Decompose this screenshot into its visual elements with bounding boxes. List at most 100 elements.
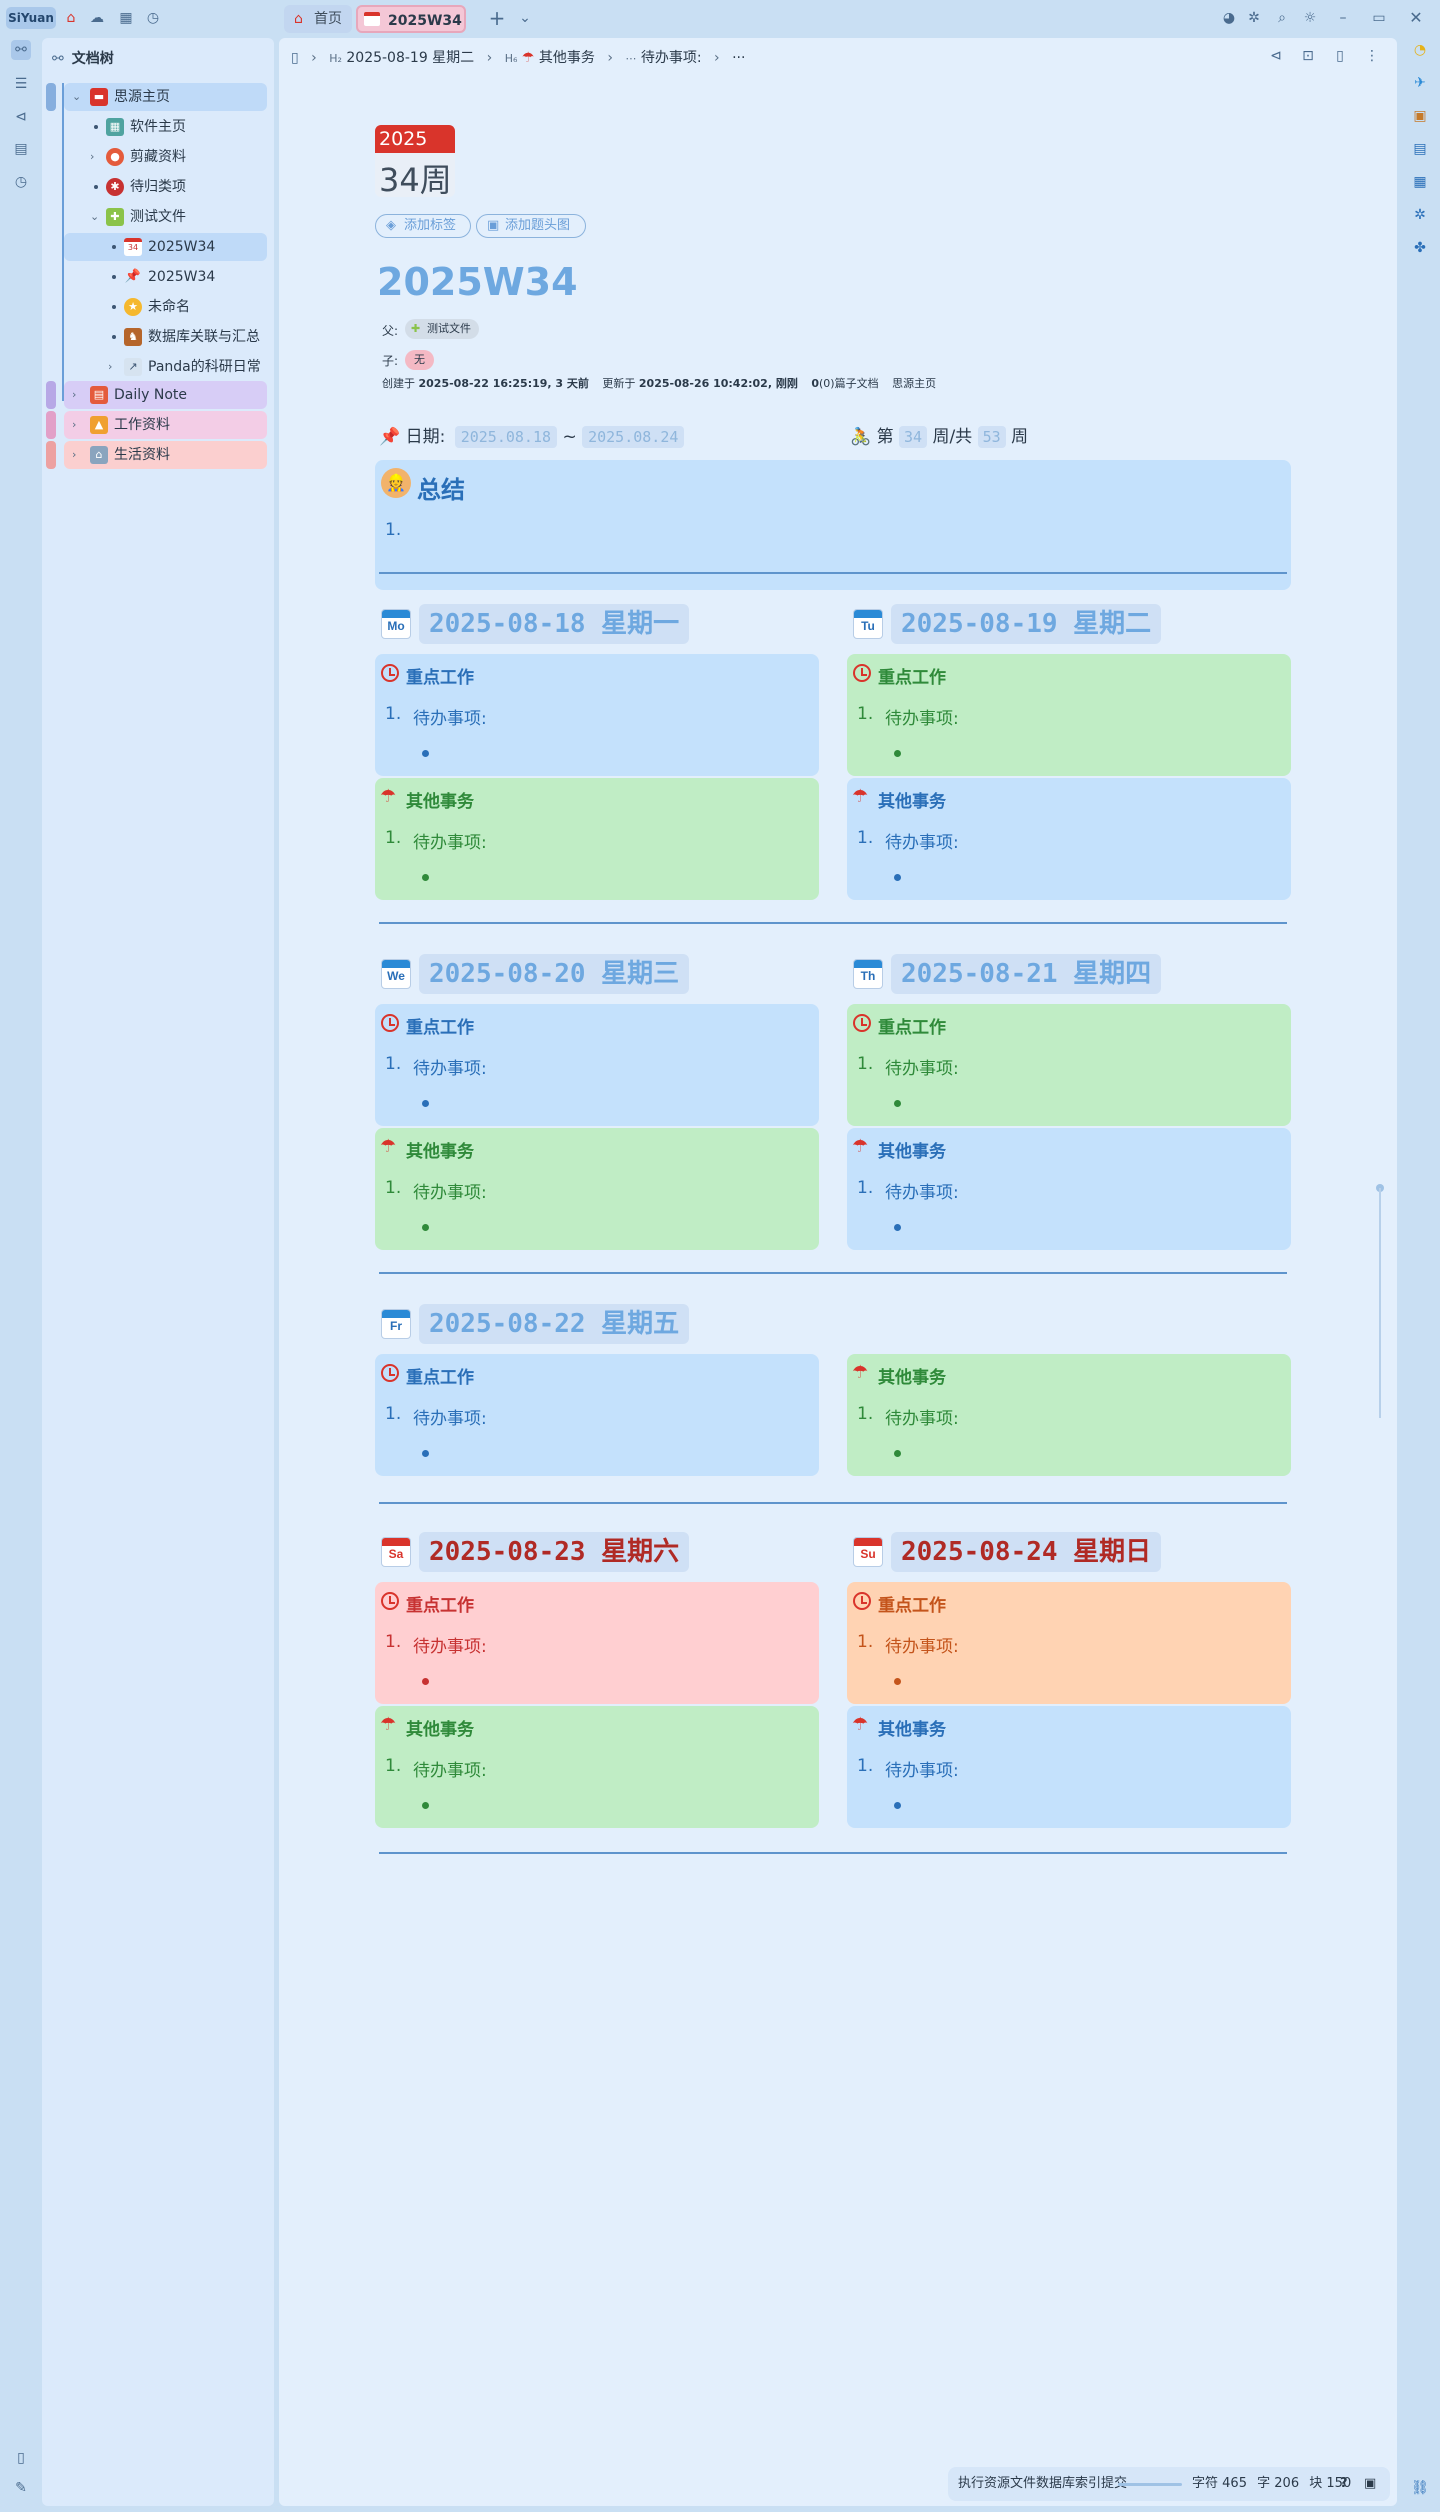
doc-icon[interactable]: ▯ [291,50,299,66]
bookmark-icon[interactable]: ▣ [1410,106,1430,126]
day-heading[interactable]: 2025-08-19 星期二 [891,604,1162,644]
theme-icon[interactable]: ☼ [1301,9,1319,27]
scrollbar[interactable] [1379,1188,1381,1418]
todo-item[interactable]: 待办事项: [413,1756,487,1781]
list-bullet[interactable] [422,1802,429,1809]
todo-item[interactable]: 待办事项: [885,1054,959,1079]
date-start[interactable]: 2025.08.18 [454,426,558,448]
outline-icon[interactable]: ☰ [11,74,31,94]
key-work-block[interactable]: 重点工作 1. 待办事项: [847,1004,1291,1126]
search-icon[interactable]: ⌕ [1273,9,1291,27]
list-bullet[interactable] [894,1100,901,1107]
chevron-down-icon[interactable]: ⌄ [72,83,81,111]
maximize-icon[interactable]: ▭ [1370,9,1388,27]
recent-icon[interactable]: ◷ [11,172,31,192]
key-work-block[interactable]: 重点工作 1. 待办事项: [375,1582,819,1704]
chevron-right-icon[interactable]: › [108,353,112,381]
minimize-icon[interactable]: – [1334,9,1352,27]
cloud-icon[interactable]: ☁ [88,9,106,27]
tree-item-software[interactable]: ▦ 软件主页 [64,113,267,141]
date-end[interactable]: 2025.08.24 [582,426,685,448]
list-bullet[interactable] [422,1224,429,1231]
other-matters-block[interactable]: ☂ 其他事务 1. 待办事项: [847,778,1291,900]
todo-item[interactable]: 待办事项: [413,1054,487,1079]
tree-item-2025w34[interactable]: 📌 2025W34 [64,263,267,291]
add-cover-button[interactable]: ▣ 添加题头图 [476,214,586,238]
tree-item-test-files[interactable]: ⌄ ✚ 测试文件 [64,203,267,231]
tree-item-database[interactable]: ♞ 数据库关联与汇总 [64,323,267,351]
day-heading[interactable]: 2025-08-23 星期六 [419,1532,690,1572]
day-heading[interactable]: 2025-08-21 星期四 [891,954,1162,994]
other-matters-block[interactable]: ☂ 其他事务 1. 待办事项: [375,1128,819,1250]
chevron-right-icon[interactable]: › [72,441,76,469]
tab-2025w34[interactable]: 2025W34 [356,5,466,33]
key-work-block[interactable]: 重点工作 1. 待办事项: [847,654,1291,776]
home-link[interactable]: 思源主页 [892,377,936,390]
list-bullet[interactable] [422,750,429,757]
backlink-icon[interactable]: ⊲ [1267,47,1285,65]
day-heading[interactable]: 2025-08-22 星期五 [419,1304,690,1344]
key-work-block[interactable]: 重点工作 1. 待办事项: [847,1582,1291,1704]
parent-chip[interactable]: ✚ 测试文件 [405,319,479,339]
other-matters-block[interactable]: ☂ 其他事务 1. 待办事项: [375,1706,819,1828]
tree-item-clippings[interactable]: › ● 剪藏资料 [64,143,267,171]
key-work-block[interactable]: 重点工作 1. 待办事项: [375,1004,819,1126]
lock-icon[interactable]: ⊡ [1299,47,1317,65]
tree-item-life[interactable]: › ⌂ 生活资料 [64,441,267,469]
other-matters-block[interactable]: ☂ 其他事务 1. 待办事项: [847,1354,1291,1476]
todo-item[interactable]: 待办事项: [413,704,487,729]
sync-icon[interactable]: ◕ [1220,9,1238,27]
list-bullet[interactable] [894,1450,901,1457]
day-heading[interactable]: 2025-08-20 星期三 [419,954,690,994]
tree-item-siyuan-home[interactable]: ⌄ ▬ 思源主页 [64,83,267,111]
tree-item-untitled[interactable]: ★ 未命名 [64,293,267,321]
day-heading[interactable]: 2025-08-24 星期日 [891,1532,1162,1572]
list-bullet[interactable] [422,874,429,881]
day-heading[interactable]: 2025-08-18 星期一 [419,604,690,644]
todo-item[interactable]: 待办事项: [413,828,487,853]
doc-icon[interactable]: ▯ [11,2448,31,2468]
more-icon[interactable]: ⋮ [1363,47,1381,65]
list-bullet[interactable] [894,1678,901,1685]
other-matters-block[interactable]: ☂ 其他事务 1. 待办事项: [375,778,819,900]
bookmark-icon[interactable]: ▤ [11,139,31,159]
todo-item[interactable]: 待办事项: [885,1756,959,1781]
todo-item[interactable]: 待办事项: [885,704,959,729]
doc-icon[interactable]: ▯ [1331,47,1349,65]
breadcrumb-more[interactable]: ··· [732,50,745,66]
tab-home[interactable]: ⌂ 首页 [284,5,352,33]
chevron-right-icon[interactable]: › [90,143,94,171]
todo-item[interactable]: 待办事项: [885,1178,959,1203]
key-work-block[interactable]: 重点工作 1. 待办事项: [375,1354,819,1476]
add-tab-icon[interactable]: + [488,8,506,28]
close-icon[interactable]: ✕ [1407,9,1425,27]
link-icon[interactable]: ⛓ [1410,2478,1430,2498]
breadcrumb-item-todo[interactable]: 待办事项: [641,50,702,66]
tree-item-work[interactable]: › ▲ 工作资料 [64,411,267,439]
todo-item[interactable]: 待办事项: [885,828,959,853]
tree-item-panda[interactable]: › ↗ Panda的科研日常 [64,353,267,381]
doc-icon[interactable]: ▤ [1410,139,1430,159]
chevron-right-icon[interactable]: › [72,411,76,439]
list-bullet[interactable] [894,750,901,757]
home-icon[interactable]: ⌂ [62,9,80,27]
check-icon[interactable]: ◔ [1410,40,1430,60]
gear-icon[interactable]: ✲ [1410,205,1430,225]
key-work-block[interactable]: 重点工作 1. 待办事项: [375,654,819,776]
todo-item[interactable]: 待办事项: [885,1404,959,1429]
list-bullet[interactable] [422,1100,429,1107]
help-button[interactable]: ? [1340,2467,1348,2501]
summary-block[interactable]: 👷 总结 1. [375,460,1291,590]
layout-icon[interactable]: ▣ [1364,2467,1376,2501]
bird-icon[interactable]: ✈ [1410,73,1430,93]
brush-icon[interactable]: ✎ [11,2478,31,2498]
other-matters-block[interactable]: ☂ 其他事务 1. 待办事项: [847,1128,1291,1250]
file-tree-icon[interactable]: ⚯ [11,40,31,60]
doc-title[interactable]: 2025W34 [377,260,578,304]
summary-item[interactable]: 1. [385,520,401,540]
tree-item-unsorted[interactable]: ✱ 待归类项 [64,173,267,201]
list-bullet[interactable] [422,1678,429,1685]
add-tag-button[interactable]: ◈ 添加标签 [375,214,471,238]
plugin-icon[interactable]: ✤ [1410,238,1430,258]
calendar-icon[interactable]: ▦ [117,9,135,27]
